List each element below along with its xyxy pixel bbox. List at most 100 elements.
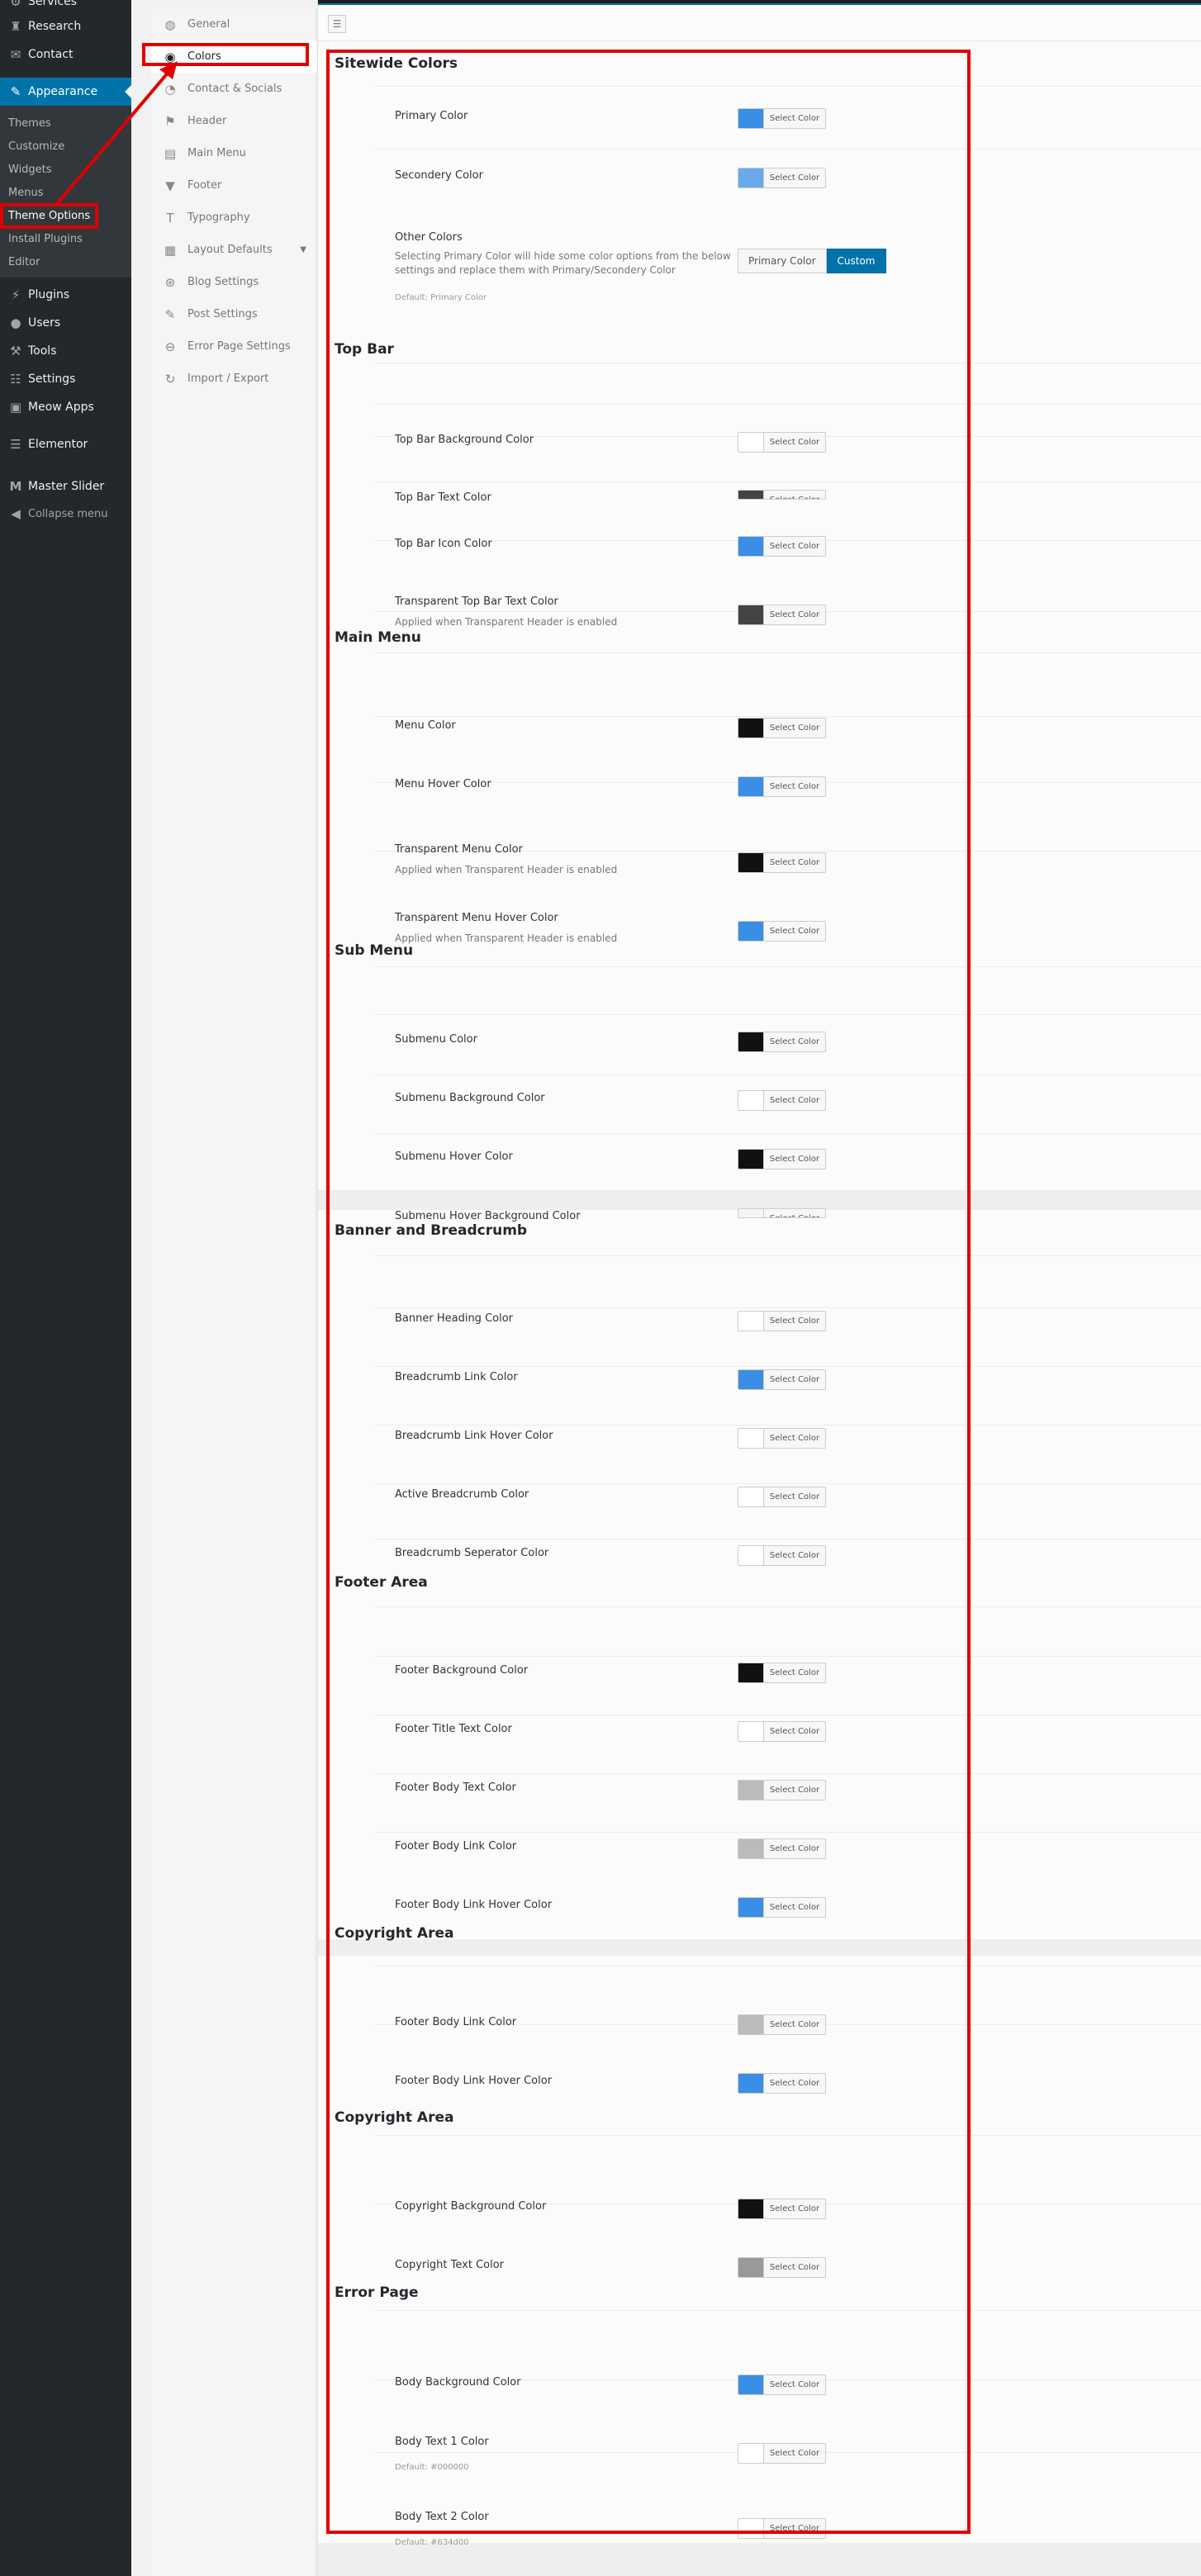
- color-picker[interactable]: Select Color: [738, 2257, 826, 2278]
- select-color-button[interactable]: Select Color: [764, 1091, 825, 1110]
- color-picker[interactable]: Select Color: [738, 1149, 826, 1169]
- select-color-button[interactable]: Select Color: [764, 1209, 825, 1217]
- color-swatch[interactable]: [738, 1722, 764, 1741]
- color-swatch[interactable]: [738, 2444, 764, 2463]
- color-picker[interactable]: Select Color: [738, 1545, 826, 1566]
- color-swatch[interactable]: [738, 1150, 764, 1169]
- color-swatch[interactable]: [738, 433, 764, 452]
- select-color-button[interactable]: Select Color: [764, 1150, 825, 1169]
- color-picker[interactable]: Select Color: [738, 1721, 826, 1742]
- color-swatch[interactable]: [738, 2015, 764, 2034]
- select-color-button[interactable]: Select Color: [764, 1663, 825, 1682]
- color-picker[interactable]: Select Color: [738, 1780, 826, 1800]
- menu-settings[interactable]: ☷ Settings: [0, 365, 131, 393]
- menu-contact[interactable]: ✉ Contact: [0, 40, 131, 69]
- select-color-button[interactable]: Select Color: [764, 2199, 825, 2218]
- color-picker[interactable]: Select Color: [738, 1838, 826, 1859]
- select-color-button[interactable]: Select Color: [764, 2015, 825, 2034]
- color-swatch[interactable]: [738, 2199, 764, 2218]
- color-picker[interactable]: Select Color: [738, 1032, 826, 1052]
- nav-layout-defaults[interactable]: ▦ Layout Defaults ▼: [151, 234, 316, 266]
- color-swatch[interactable]: [738, 1209, 764, 1217]
- color-picker[interactable]: Select Color: [738, 2443, 826, 2464]
- select-color-button[interactable]: Select Color: [764, 719, 825, 738]
- color-swatch[interactable]: [738, 537, 764, 556]
- color-swatch[interactable]: [738, 922, 764, 941]
- color-swatch[interactable]: [738, 1663, 764, 1682]
- select-color-button[interactable]: Select Color: [764, 537, 825, 556]
- color-picker[interactable]: Select Color: [738, 718, 826, 738]
- color-picker[interactable]: Select Color: [738, 1487, 826, 1507]
- select-color-button[interactable]: Select Color: [764, 1370, 825, 1389]
- color-picker[interactable]: Select Color: [738, 2199, 826, 2219]
- nav-error-page-settings[interactable]: ⊖ Error Page Settings: [151, 330, 316, 363]
- color-swatch[interactable]: [738, 1781, 764, 1800]
- submenu-widgets[interactable]: Widgets: [0, 158, 131, 181]
- color-swatch[interactable]: [738, 1032, 764, 1051]
- select-color-button[interactable]: Select Color: [764, 433, 825, 452]
- color-swatch[interactable]: [738, 2519, 764, 2538]
- color-picker[interactable]: Select Color: [738, 2014, 826, 2035]
- color-swatch[interactable]: [738, 1546, 764, 1565]
- color-picker[interactable]: Select Color: [738, 852, 826, 873]
- select-color-button[interactable]: Select Color: [764, 1781, 825, 1800]
- menu-plugins[interactable]: ⚡ Plugins: [0, 281, 131, 309]
- color-swatch[interactable]: [738, 1898, 764, 1917]
- expand-options-button[interactable]: ☰: [328, 15, 346, 33]
- color-swatch[interactable]: [738, 168, 764, 187]
- color-picker[interactable]: Select Color: [738, 776, 826, 797]
- nav-blog-settings[interactable]: ⊛ Blog Settings: [151, 266, 316, 298]
- nav-footer[interactable]: ▼ Footer: [151, 169, 316, 202]
- nav-header[interactable]: ⚑ Header: [151, 105, 316, 137]
- menu-appearance[interactable]: ✎ Appearance: [0, 78, 131, 106]
- select-color-button[interactable]: Select Color: [764, 2375, 825, 2394]
- select-color-button[interactable]: Select Color: [764, 2074, 825, 2093]
- select-color-button[interactable]: Select Color: [764, 109, 825, 128]
- color-swatch[interactable]: [738, 2074, 764, 2093]
- color-swatch[interactable]: [738, 109, 764, 128]
- color-picker[interactable]: Select Color: [738, 490, 826, 500]
- custom-button[interactable]: Custom: [826, 249, 886, 273]
- color-picker[interactable]: Select Color: [738, 1897, 826, 1918]
- color-swatch[interactable]: [738, 2375, 764, 2394]
- color-swatch[interactable]: [738, 605, 764, 624]
- select-color-button[interactable]: Select Color: [764, 1839, 825, 1858]
- select-color-button[interactable]: Select Color: [764, 1722, 825, 1741]
- color-swatch[interactable]: [738, 777, 764, 796]
- select-color-button[interactable]: Select Color: [764, 922, 825, 941]
- collapse-menu-button[interactable]: ◀ Collapse menu: [0, 500, 131, 528]
- submenu-editor[interactable]: Editor: [0, 250, 131, 273]
- select-color-button[interactable]: Select Color: [764, 2519, 825, 2538]
- submenu-theme-options[interactable]: Theme Options: [0, 204, 131, 227]
- nav-import-export[interactable]: ↻ Import / Export: [151, 363, 316, 395]
- color-picker[interactable]: Select Color: [738, 605, 826, 625]
- select-color-button[interactable]: Select Color: [764, 2258, 825, 2277]
- select-color-button[interactable]: Select Color: [764, 1312, 825, 1331]
- color-swatch[interactable]: [738, 1370, 764, 1389]
- nav-general[interactable]: ◍ General: [151, 8, 316, 40]
- color-swatch[interactable]: [738, 719, 764, 738]
- color-picker[interactable]: Select Color: [738, 1090, 826, 1111]
- menu-meow-apps[interactable]: ▣ Meow Apps: [0, 393, 131, 421]
- color-picker[interactable]: Select Color: [738, 1663, 826, 1683]
- color-picker[interactable]: Select Color: [738, 432, 826, 453]
- color-swatch[interactable]: [738, 853, 764, 872]
- select-color-button[interactable]: Select Color: [764, 491, 825, 499]
- select-color-button[interactable]: Select Color: [764, 168, 825, 187]
- nav-contact-socials[interactable]: ◔ Contact & Socials: [151, 73, 316, 105]
- color-picker[interactable]: Select Color: [738, 536, 826, 557]
- nav-post-settings[interactable]: ✎ Post Settings: [151, 298, 316, 330]
- nav-colors[interactable]: ◉ Colors: [151, 40, 316, 73]
- color-picker[interactable]: Select Color: [738, 1428, 826, 1449]
- primary-color-button[interactable]: Primary Color: [738, 249, 827, 273]
- menu-elementor[interactable]: ☰ Elementor: [0, 430, 131, 458]
- select-color-button[interactable]: Select Color: [764, 1032, 825, 1051]
- nav-main-menu[interactable]: ▤ Main Menu: [151, 137, 316, 169]
- color-picker[interactable]: Select Color: [738, 2073, 826, 2094]
- menu-tools[interactable]: ⚒ Tools: [0, 337, 131, 365]
- color-picker[interactable]: Select Color: [738, 2374, 826, 2395]
- select-color-button[interactable]: Select Color: [764, 2444, 825, 2463]
- select-color-button[interactable]: Select Color: [764, 1546, 825, 1565]
- select-color-button[interactable]: Select Color: [764, 1898, 825, 1917]
- menu-users[interactable]: ● Users: [0, 309, 131, 337]
